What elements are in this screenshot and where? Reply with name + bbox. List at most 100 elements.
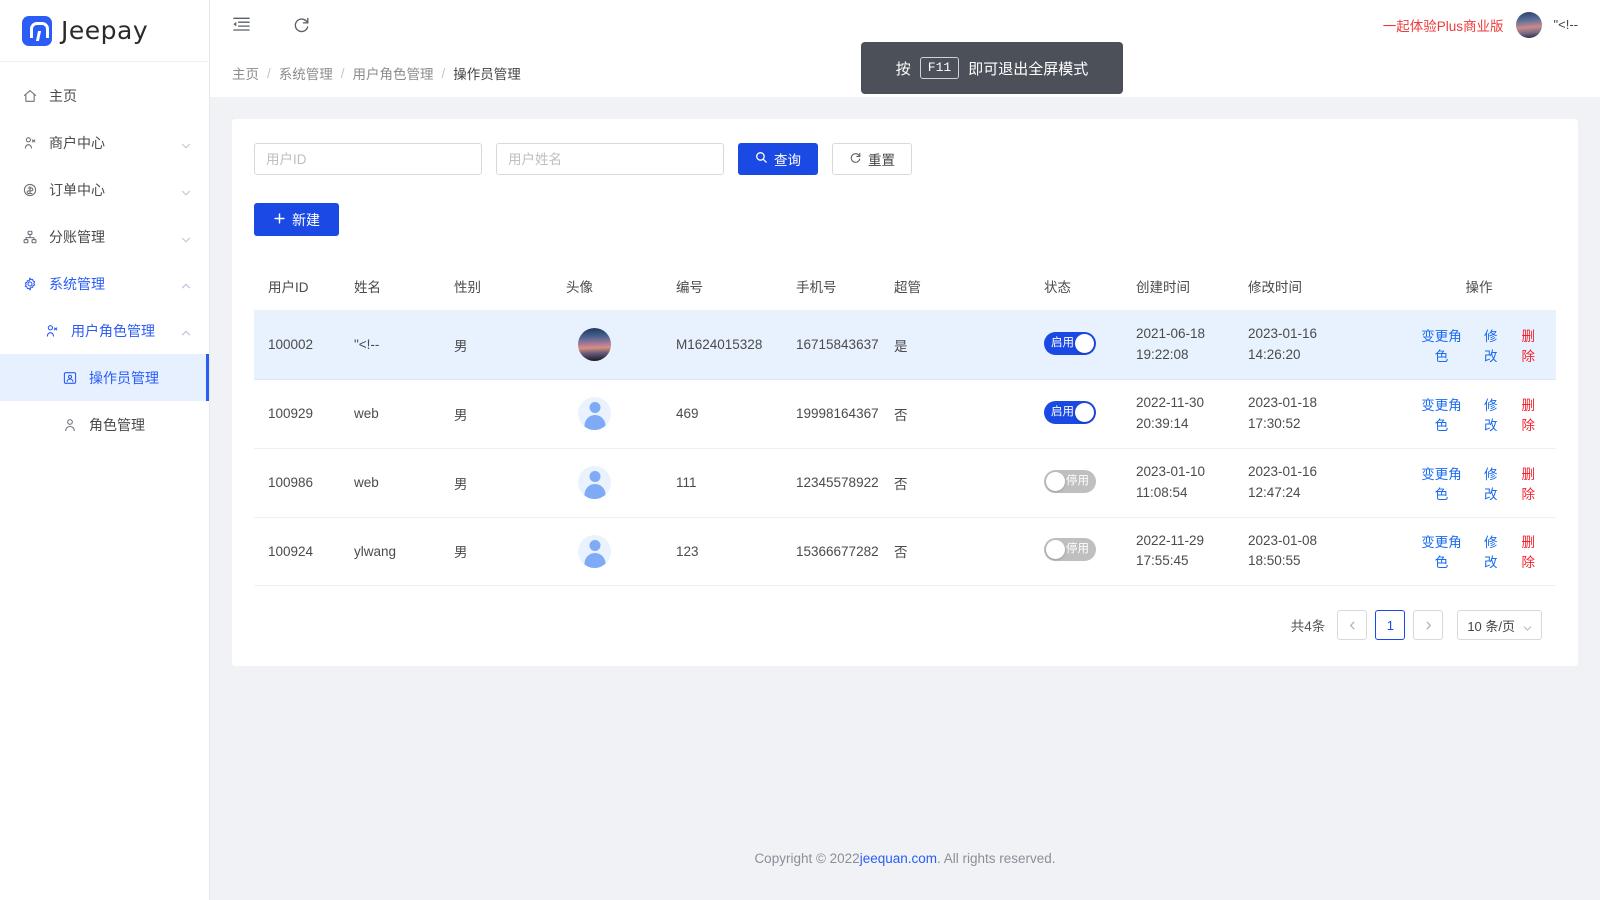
sidebar-item-label: 角色管理 (89, 415, 191, 435)
status-toggle[interactable]: 停用 (1044, 470, 1096, 493)
sidebar-item-label: 商户中心 (49, 133, 170, 153)
pagination-page-1[interactable]: 1 (1375, 610, 1405, 640)
sidebar-item-4[interactable]: 系统管理 (0, 260, 209, 307)
table-body: 100002"<!--男M162401532816715843637是启用202… (254, 311, 1556, 586)
sidebar-item-7[interactable]: 角色管理 (0, 401, 209, 448)
breadcrumb-item-2[interactable]: 用户角色管理 (353, 63, 434, 83)
modify-time-stack: 2023-01-1614:26:20 (1248, 324, 1418, 366)
modify-time-stack: 2023-01-1612:47:24 (1248, 462, 1418, 504)
delete-link[interactable]: 删除 (1517, 463, 1541, 503)
brand-logo[interactable]: Jeepay (0, 0, 209, 62)
edit-link[interactable]: 修改 (1479, 463, 1503, 503)
page-size-select[interactable]: 10 条/页 (1457, 610, 1542, 640)
cell-no: 111 (676, 448, 796, 517)
cell-actions: 变更角色修改删除 (1418, 311, 1556, 380)
topbar-left-actions (230, 14, 312, 36)
delete-link[interactable]: 删除 (1517, 394, 1541, 434)
pagination-prev-button[interactable] (1337, 610, 1367, 640)
chevron-down-icon[interactable] (181, 185, 191, 195)
chevron-up-icon[interactable] (181, 326, 191, 336)
pagination-next-button[interactable] (1413, 610, 1443, 640)
chevron-down-icon[interactable] (181, 232, 191, 242)
modify-date: 2023-01-08 (1248, 531, 1418, 552)
status-toggle[interactable]: 启用 (1044, 401, 1096, 424)
table-row[interactable]: 100002"<!--男M162401532816715843637是启用202… (254, 311, 1556, 380)
table-header-row: 用户ID姓名性别头像编号手机号超管状态创建时间修改时间操作 (254, 262, 1556, 311)
edit-link[interactable]: 修改 (1479, 531, 1503, 571)
topbar-right-actions: 一起体验Plus商业版 "<!-- (1383, 12, 1578, 38)
table-row[interactable]: 100986web男11112345578922否停用2023-01-1011:… (254, 448, 1556, 517)
modify-date: 2023-01-16 (1248, 324, 1418, 345)
table-header-0: 用户ID (254, 262, 354, 311)
sidebar-item-3[interactable]: 分账管理 (0, 213, 209, 260)
username-label[interactable]: "<!-- (1554, 17, 1578, 32)
sidebar-item-0[interactable]: 主页 (0, 72, 209, 119)
avatar (578, 397, 611, 430)
cell-phone: 19998164367 (796, 379, 894, 448)
sidebar-item-1[interactable]: 商户中心 (0, 119, 209, 166)
gear-icon (22, 276, 38, 292)
role-icon (62, 417, 78, 433)
table-row[interactable]: 100929web男46919998164367否启用2022-11-3020:… (254, 379, 1556, 448)
breadcrumb-item-3: 操作员管理 (453, 63, 521, 83)
footer: Copyright © 2022 jeequan.com. All rights… (210, 816, 1600, 900)
delete-link[interactable]: 删除 (1517, 325, 1541, 365)
sidebar-item-label: 系统管理 (49, 274, 170, 294)
create-clock: 19:22:08 (1136, 345, 1248, 366)
create-time-stack: 2022-11-2917:55:45 (1136, 531, 1248, 573)
create-clock: 17:55:45 (1136, 551, 1248, 572)
table-header-5: 手机号 (796, 262, 894, 311)
avatar[interactable] (1516, 12, 1542, 38)
operator-icon (62, 370, 78, 386)
footer-suffix: . All rights reserved. (937, 851, 1056, 866)
create-date: 2021-06-18 (1136, 324, 1248, 345)
new-button-label: 新建 (292, 210, 320, 230)
change-role-link[interactable]: 变更角色 (1418, 394, 1465, 434)
cell-phone: 15366677282 (796, 517, 894, 586)
sidebar-item-2[interactable]: 订单中心 (0, 166, 209, 213)
create-clock: 11:08:54 (1136, 483, 1248, 504)
reset-button[interactable]: 重置 (832, 143, 912, 175)
toast-suffix: 即可退出全屏模式 (968, 58, 1088, 79)
chevron-up-icon[interactable] (181, 279, 191, 289)
search-input-user-name[interactable] (496, 143, 724, 175)
change-role-link[interactable]: 变更角色 (1418, 325, 1465, 365)
pagination-total: 共4条 (1291, 615, 1326, 635)
breadcrumb-item-1[interactable]: 系统管理 (279, 63, 333, 83)
table-header-6: 超管 (894, 262, 1044, 311)
cell-create-time: 2022-11-3020:39:14 (1136, 379, 1248, 448)
change-role-link[interactable]: 变更角色 (1418, 531, 1465, 571)
status-toggle-label: 启用 (1051, 332, 1074, 355)
avatar (578, 535, 611, 568)
cell-phone: 16715843637 (796, 311, 894, 380)
chevron-right-icon (1424, 618, 1433, 633)
table-header-3: 头像 (566, 262, 676, 311)
table-row[interactable]: 100924ylwang男12315366677282否停用2022-11-29… (254, 517, 1556, 586)
chevron-down-icon[interactable] (181, 138, 191, 148)
cell-avatar (566, 379, 676, 448)
refresh-icon[interactable] (290, 14, 312, 36)
status-toggle[interactable]: 停用 (1044, 538, 1096, 561)
main-area: 一起体验Plus商业版 "<!-- 主页/系统管理/用户角色管理/操作员管理 按… (210, 0, 1600, 900)
cell-modify-time: 2023-01-1612:47:24 (1248, 448, 1418, 517)
menu-fold-icon[interactable] (230, 14, 252, 36)
edit-link[interactable]: 修改 (1479, 394, 1503, 434)
status-toggle[interactable]: 启用 (1044, 332, 1096, 355)
sidebar-item-6[interactable]: 操作员管理 (0, 354, 209, 401)
cell-avatar (566, 311, 676, 380)
breadcrumb: 主页/系统管理/用户角色管理/操作员管理 (232, 63, 521, 83)
query-button[interactable]: 查询 (738, 143, 818, 175)
edit-link[interactable]: 修改 (1479, 325, 1503, 365)
cell-modify-time: 2023-01-0818:50:55 (1248, 517, 1418, 586)
plus-promo-link[interactable]: 一起体验Plus商业版 (1383, 15, 1504, 35)
breadcrumb-item-0[interactable]: 主页 (232, 63, 259, 83)
footer-link[interactable]: jeequan.com (860, 851, 937, 866)
change-role-link[interactable]: 变更角色 (1418, 463, 1465, 503)
sidebar: Jeepay 主页商户中心订单中心分账管理系统管理用户角色管理操作员管理角色管理 (0, 0, 210, 900)
cell-create-time: 2022-11-2917:55:45 (1136, 517, 1248, 586)
new-button[interactable]: 新建 (254, 203, 339, 236)
search-input-user-id[interactable] (254, 143, 482, 175)
cell-user-id: 100002 (254, 311, 354, 380)
delete-link[interactable]: 删除 (1517, 531, 1541, 571)
sidebar-item-5[interactable]: 用户角色管理 (0, 307, 209, 354)
